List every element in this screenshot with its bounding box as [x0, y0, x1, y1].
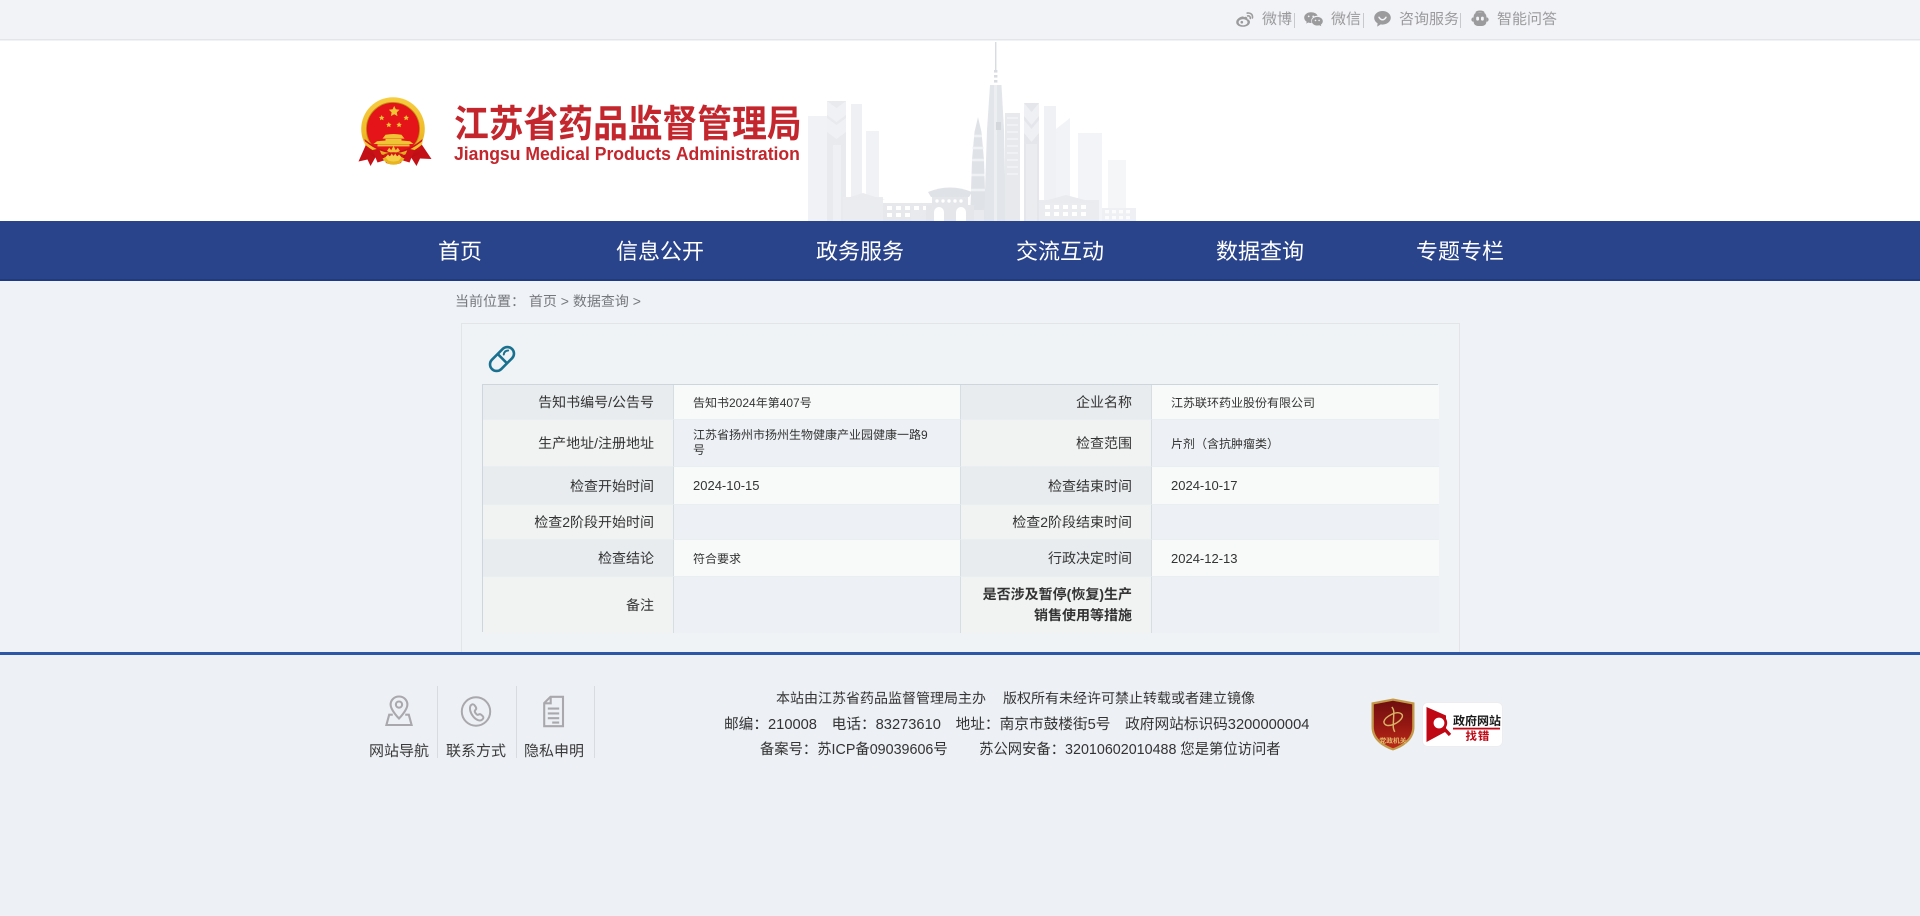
svg-text:政府网站: 政府网站	[1453, 712, 1501, 729]
svg-text:党政机关: 党政机关	[1379, 735, 1406, 745]
svg-text:找错: 找错	[1466, 728, 1491, 744]
